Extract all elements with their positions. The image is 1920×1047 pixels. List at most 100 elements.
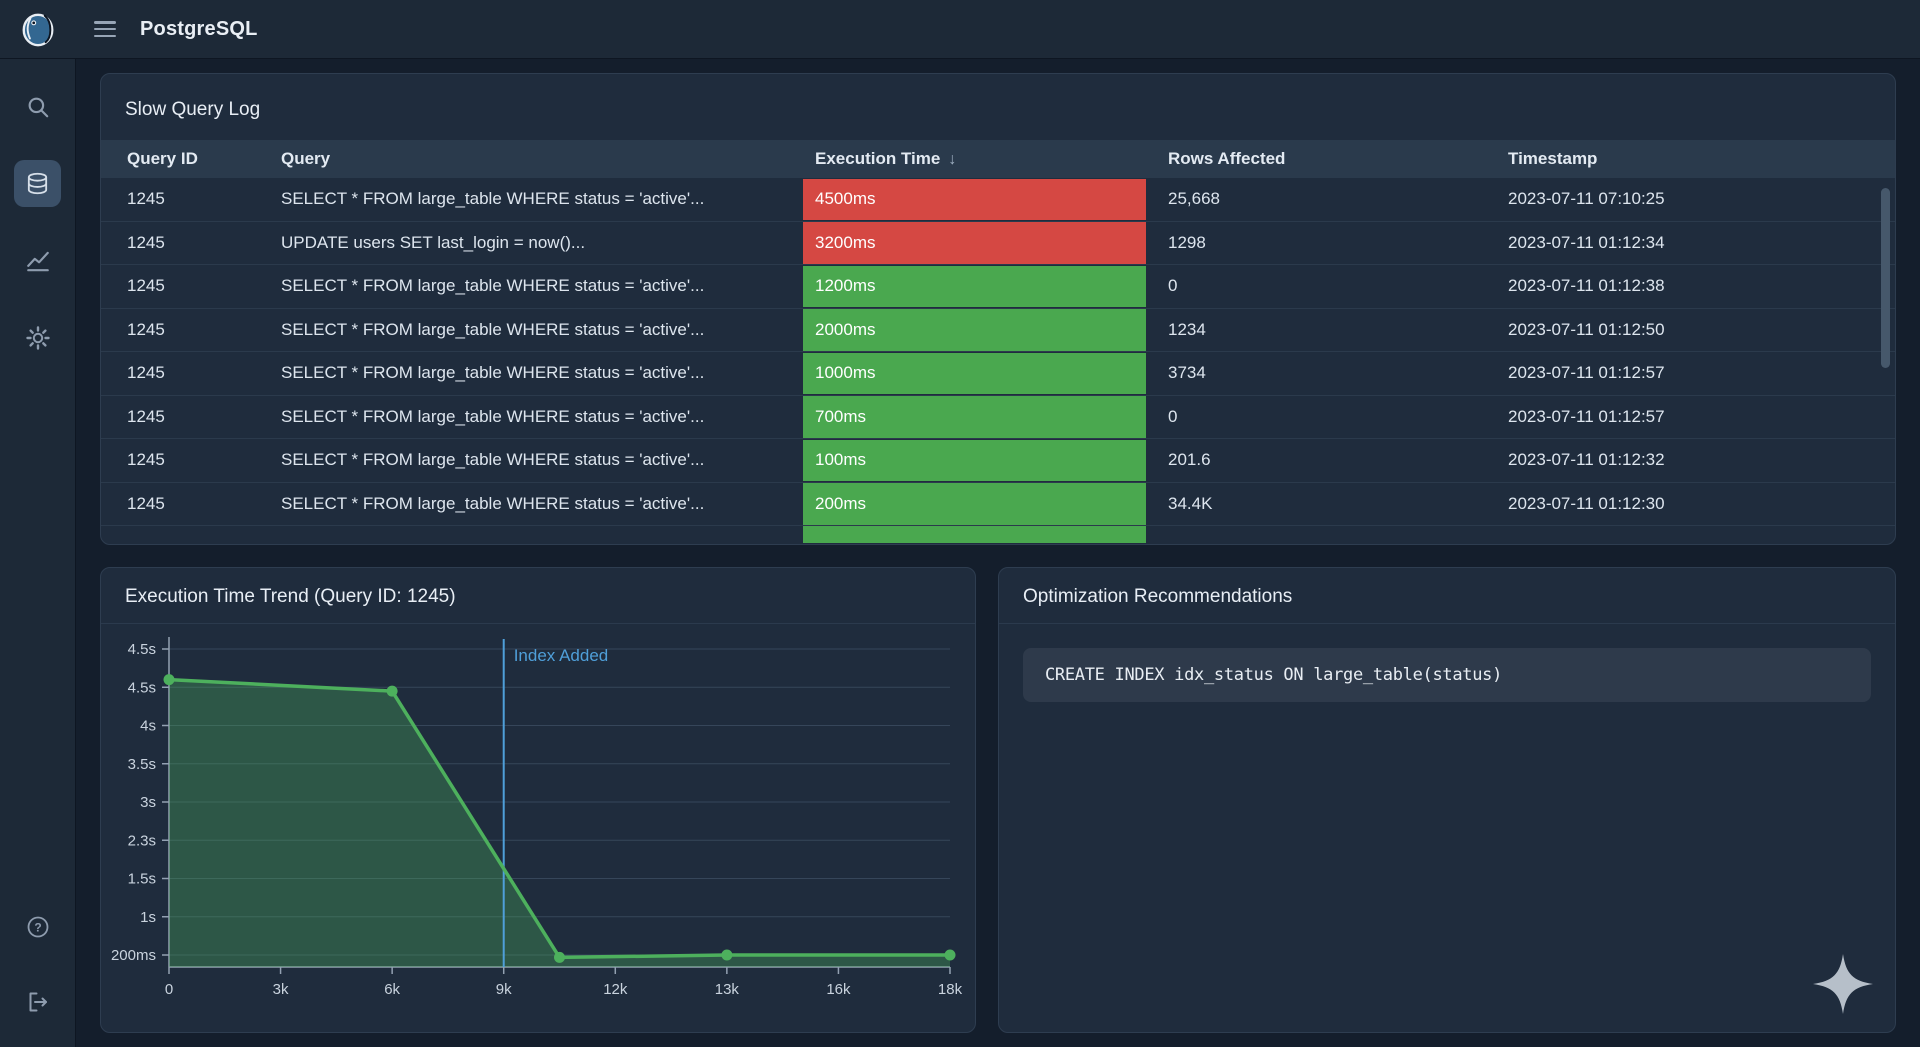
query-id-cell: 1245: [101, 233, 281, 253]
execution-time-badge: 3200ms: [803, 222, 1146, 264]
svg-text:9k: 9k: [496, 981, 512, 998]
query-cell: SELECT * FROM large_table WHERE status =…: [281, 494, 803, 514]
table-header: Query ID Query Execution Time ↓ Rows Affe…: [101, 140, 1895, 178]
execution-time-cell: 1200ms: [803, 265, 1168, 309]
execution-time-badge: 100ms: [803, 440, 1146, 482]
svg-text:200ms: 200ms: [111, 947, 156, 964]
query-cell: SELECT * FROM large_table WHERE status =…: [281, 189, 803, 209]
query-cell: SELECT * FROM large_table WHERE status =…: [281, 363, 803, 383]
svg-text:13k: 13k: [715, 981, 740, 998]
trend-chart-title: Execution Time Trend (Query ID: 1245): [101, 568, 975, 624]
svg-text:4.5s: 4.5s: [128, 641, 156, 658]
query-cell: SELECT * FROM large_table WHERE status =…: [281, 407, 803, 427]
execution-time-cell: 2000ms: [803, 308, 1168, 352]
column-header-query-id[interactable]: Query ID: [101, 149, 281, 169]
search-icon: [25, 94, 51, 120]
timestamp-cell: 2023-07-11 01:12:50: [1508, 320, 1895, 340]
sidebar-item-analytics[interactable]: [14, 237, 61, 284]
column-header-rows-affected[interactable]: Rows Affected: [1168, 149, 1508, 169]
table-row[interactable]: 1245SELECT * FROM large_table WHERE stat…: [101, 396, 1895, 440]
table-row[interactable]: 1245SELECT * FROM large_table WHERE stat…: [101, 483, 1895, 527]
svg-text:1s: 1s: [140, 909, 156, 926]
rows-affected-cell: 3734: [1168, 363, 1508, 383]
sidebar-item-database[interactable]: [14, 160, 61, 207]
execution-time-cell: 100ms: [803, 439, 1168, 483]
logout-icon: [25, 989, 51, 1015]
table-row[interactable]: 1245SELECT * FROM large_table WHERE stat…: [101, 265, 1895, 309]
menu-button[interactable]: [94, 21, 116, 37]
query-id-cell: 1245: [101, 320, 281, 340]
table-row[interactable]: 1245SELECT * FROM large_table WHERE stat…: [101, 439, 1895, 483]
svg-text:1.5s: 1.5s: [128, 871, 156, 888]
svg-text:4s: 4s: [140, 718, 156, 735]
sidebar-nav: ?: [0, 59, 76, 1047]
svg-text:16k: 16k: [826, 981, 851, 998]
slow-query-log-title: Slow Query Log: [101, 74, 1895, 140]
slow-query-log-panel: Slow Query Log Query ID Query Execution …: [100, 73, 1896, 545]
svg-text:2.3s: 2.3s: [128, 832, 156, 849]
column-header-query[interactable]: Query: [281, 149, 803, 169]
database-icon: [24, 170, 51, 197]
execution-time-cell: 1000ms: [803, 352, 1168, 396]
execution-time-badge: 4500ms: [803, 179, 1146, 221]
sidebar-item-help[interactable]: ?: [14, 903, 61, 950]
rows-affected-cell: 34.4K: [1168, 494, 1508, 514]
execution-time-badge: 700ms: [803, 396, 1146, 438]
table-row[interactable]: 1245SELECT * FROM large_table WHERE stat…: [101, 178, 1895, 222]
execution-time-badge: 2000ms: [803, 309, 1146, 351]
table-scrollbar-thumb[interactable]: [1881, 188, 1890, 368]
execution-time-cell: 3200ms: [803, 221, 1168, 265]
column-header-execution-time-label: Execution Time: [815, 149, 940, 168]
execution-time-trend-panel: Execution Time Trend (Query ID: 1245) 4.…: [100, 567, 976, 1033]
query-id-cell: 1245: [101, 450, 281, 470]
rows-affected-cell: 1298: [1168, 233, 1508, 253]
app-title: PostgreSQL: [140, 18, 258, 41]
rows-affected-cell: 0: [1168, 276, 1508, 296]
column-header-timestamp[interactable]: Timestamp: [1508, 149, 1895, 169]
query-id-cell: 1245: [101, 363, 281, 383]
sort-descending-icon[interactable]: ↓: [948, 151, 956, 168]
rows-affected-cell: 201.6: [1168, 450, 1508, 470]
execution-time-badge: 200ms: [803, 483, 1146, 525]
timestamp-cell: 2023-07-11 01:12:38: [1508, 276, 1895, 296]
sidebar-item-settings[interactable]: [14, 314, 61, 361]
sidebar-item-search[interactable]: [14, 83, 61, 130]
table-row[interactable]: 1245SELECT * FROM large_table WHERE stat…: [101, 352, 1895, 396]
execution-time-badge: 1000ms: [803, 353, 1146, 395]
execution-time-cell: 200ms: [803, 482, 1168, 526]
query-id-cell: 1245: [101, 494, 281, 514]
timestamp-cell: 2023-07-11 01:12:57: [1508, 363, 1895, 383]
svg-text:3s: 3s: [140, 794, 156, 811]
main-content: Slow Query Log Query ID Query Execution …: [76, 59, 1920, 1047]
query-id-cell: 1245: [101, 276, 281, 296]
column-header-execution-time[interactable]: Execution Time ↓: [803, 149, 1168, 169]
optimization-recommendations-panel: Optimization Recommendations CREATE INDE…: [998, 567, 1896, 1033]
top-bar: PostgreSQL: [0, 0, 1920, 59]
timestamp-cell: 2023-07-11 01:12:32: [1508, 450, 1895, 470]
rows-affected-cell: 25,668: [1168, 189, 1508, 209]
sparkle-icon[interactable]: [1811, 952, 1875, 1016]
partial-row-execution-time-cell: [803, 526, 1146, 543]
svg-text:?: ?: [34, 920, 41, 934]
svg-text:3k: 3k: [273, 981, 289, 998]
analytics-icon: [25, 248, 51, 274]
execution-time-badge: 1200ms: [803, 266, 1146, 308]
trend-chart-svg: 4.5s4.5s4s3.5s3s2.3s1.5s1s200ms03k6k9k12…: [101, 624, 976, 1024]
table-row[interactable]: 1245SELECT * FROM large_table WHERE stat…: [101, 309, 1895, 353]
rows-affected-cell: 1234: [1168, 320, 1508, 340]
table-body: 1245SELECT * FROM large_table WHERE stat…: [101, 178, 1895, 526]
svg-text:Index Added: Index Added: [514, 646, 609, 665]
query-id-cell: 1245: [101, 407, 281, 427]
query-cell: SELECT * FROM large_table WHERE status =…: [281, 450, 803, 470]
table-row[interactable]: 1245UPDATE users SET last_login = now().…: [101, 222, 1895, 266]
rows-affected-cell: 0: [1168, 407, 1508, 427]
timestamp-cell: 2023-07-11 01:12:57: [1508, 407, 1895, 427]
postgresql-logo-icon[interactable]: [19, 10, 57, 48]
timestamp-cell: 2023-07-11 01:12:30: [1508, 494, 1895, 514]
help-icon: ?: [25, 914, 51, 940]
svg-text:6k: 6k: [384, 981, 400, 998]
query-cell: UPDATE users SET last_login = now()...: [281, 233, 803, 253]
svg-text:3.5s: 3.5s: [128, 756, 156, 773]
execution-time-cell: 700ms: [803, 395, 1168, 439]
sidebar-item-logout[interactable]: [14, 978, 61, 1025]
